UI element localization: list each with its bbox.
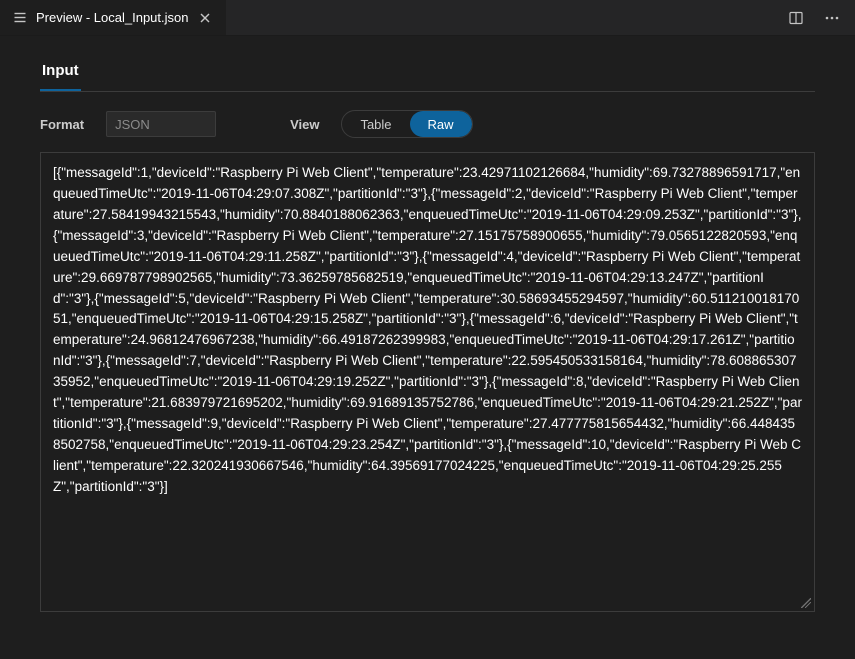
view-raw-button[interactable]: Raw [410, 111, 472, 137]
close-tab-button[interactable] [196, 9, 214, 27]
editor-tab-title: Preview - Local_Input.json [36, 10, 188, 25]
view-label: View [290, 117, 319, 132]
view-table-label: Table [360, 117, 391, 132]
more-actions-button[interactable] [821, 7, 843, 29]
titlebar-spacer [227, 0, 773, 35]
tab-input-label: Input [42, 62, 79, 79]
titlebar: Preview - Local_Input.json [0, 0, 855, 36]
tab-input[interactable]: Input [40, 56, 81, 91]
split-editor-button[interactable] [785, 7, 807, 29]
raw-output[interactable]: [{"messageId":1,"deviceId":"Raspberry Pi… [40, 152, 815, 612]
section-tabs: Input [40, 56, 815, 92]
view-toggle: Table Raw [341, 110, 472, 138]
editor-tab[interactable]: Preview - Local_Input.json [0, 0, 227, 35]
titlebar-actions [773, 0, 855, 35]
raw-output-text: [{"messageId":1,"deviceId":"Raspberry Pi… [53, 165, 802, 494]
view-table-button[interactable]: Table [342, 111, 409, 137]
controls-row: Format View Table Raw [40, 92, 815, 152]
format-label: Format [40, 117, 84, 132]
view-raw-label: Raw [428, 117, 454, 132]
preview-content: Input Format View Table Raw [{"messageId… [0, 36, 855, 612]
format-input[interactable] [106, 111, 216, 137]
preview-icon [12, 10, 28, 26]
